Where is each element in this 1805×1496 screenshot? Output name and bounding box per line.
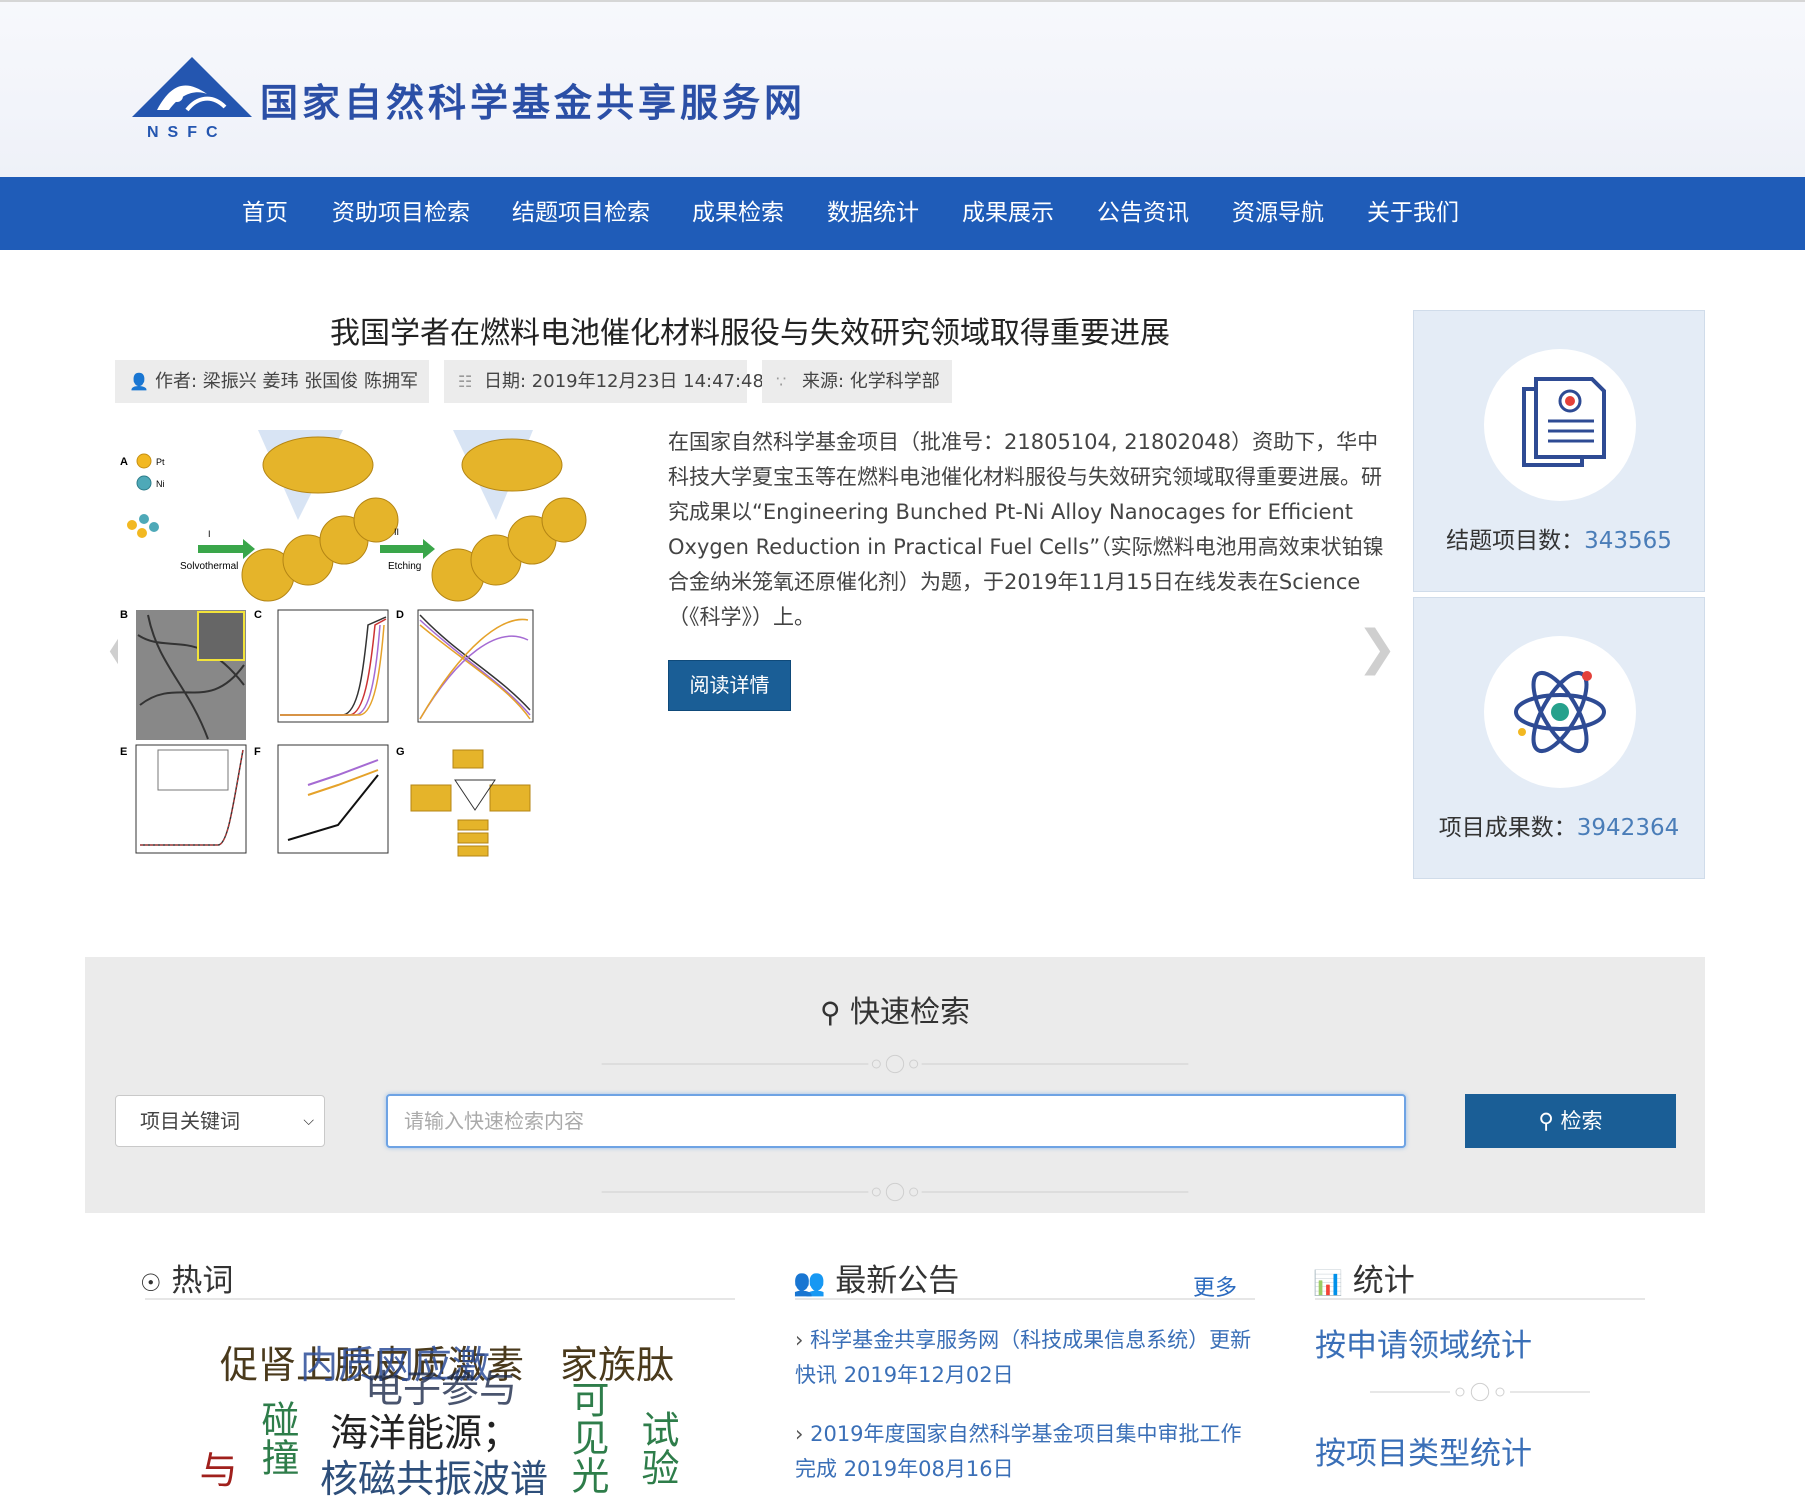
search-icon: ⚲ [819,996,841,1029]
statistics-title-text: 统计 [1352,1263,1415,1299]
notice-item[interactable]: › 2019年度国家自然科学基金项目集中审批工作完成 2019年08月16日 [795,1417,1255,1487]
bar-chart-icon: 📊 [1313,1269,1343,1297]
stat-label: 项目成果数： [1438,815,1577,841]
read-more-button[interactable]: 阅读详情 [668,660,791,711]
fig-label-c: C [254,609,262,621]
fig-etching: Etching [388,561,421,572]
hotword[interactable]: 核磁共振波谱 [320,1448,548,1496]
statistics-title: 📊 统计 [1313,1255,1415,1300]
nav-completed-project-search[interactable]: 结题项目检索 [512,177,650,250]
article-date: ☷ 日期: 2019年12月23日 14:47:48 [444,360,764,403]
chevron-right-icon: › [795,1422,804,1446]
article-abstract: 在国家自然科学基金项目（批准号：21805104, 21802048）资助下，华… [668,430,1384,629]
nav-about-us[interactable]: 关于我们 [1367,177,1459,250]
article-date-text: 日期: 2019年12月23日 14:47:48 [484,371,764,392]
statistics-divider [1315,1298,1645,1300]
nsfc-emblem-icon: NSFC [132,57,252,141]
fig-label-pt: Pt [156,457,165,467]
lightbulb-icon: ☉ [140,1269,162,1297]
fig-step-2: II [394,527,399,537]
quick-search-title: ⚲ 快速检索 [85,987,1705,1031]
document-certificate-icon [1522,377,1606,467]
site-header: NSFC 国家自然科学基金共享服务网 [0,2,1805,177]
fig-label-b: B [120,609,128,621]
hotword[interactable]: 试验 [630,1410,685,1486]
search-placeholder: 请输入快速检索内容 [404,1109,584,1133]
hotwords-divider [145,1298,735,1300]
hotwords-title-text: 热词 [171,1263,234,1299]
fig-label-d: D [396,609,404,621]
quick-search-panel: ⚲ 快速检索 项目关键词 ⌵ 请输入快速检索内容 ⚲ 检索 [85,957,1705,1213]
article-source: ∵ 来源: 化学科学部 [762,360,952,403]
stat-link-by-field[interactable]: 按申请领域统计 [1315,1320,1532,1365]
hotwords-cloud: 促肾上腺皮质激素 内质网应激 家族肽 电子参与 海洋能源； 核磁共振波谱 碰撞 … [180,1320,700,1496]
article-title[interactable]: 我国学者在燃料电池催化材料服役与失效研究领域取得重要进展 [330,308,1170,352]
stat-project-results-text: 项目成果数：3942364 [1414,808,1704,842]
notices-title-text: 最新公告 [835,1263,960,1299]
atom-icon [1514,670,1606,754]
nav-funded-project-search[interactable]: 资助项目检索 [332,177,470,250]
fig-label-e: E [120,746,127,758]
search-icon: ⚲ [1538,1109,1554,1133]
hotword[interactable]: 碰撞 [250,1400,305,1476]
article-author-text: 作者: 梁振兴 姜玮 张国俊 陈拥军 [155,371,418,392]
nav-announcements[interactable]: 公告资讯 [1097,177,1189,250]
stat-card-project-results[interactable]: 项目成果数：3942364 [1413,597,1705,879]
hotword[interactable]: 与 [188,1450,243,1488]
calendar-icon: ☷ [458,372,473,391]
ornament-divider [601,1054,1189,1074]
stat-icon-circle [1484,349,1636,501]
site-title: 国家自然科学基金共享服务网 [260,81,807,125]
stat-card-completed-projects[interactable]: 结题项目数：343565 [1413,310,1705,592]
ornament-divider [1370,1382,1590,1402]
stat-icon-circle [1484,636,1636,788]
nav-home[interactable]: 首页 [242,177,288,250]
hotwords-title: ☉ 热词 [140,1255,233,1300]
stat-completed-projects-text: 结题项目数：343565 [1414,521,1704,555]
stat-link-by-type[interactable]: 按项目类型统计 [1315,1428,1532,1473]
notice-date: 2019年08月16日 [843,1457,1014,1481]
users-icon: 👥 [793,1268,826,1298]
search-button-label: 检索 [1560,1109,1603,1133]
chevron-right-icon: › [795,1328,804,1352]
fig-label-f: F [254,746,261,758]
notice-item[interactable]: › 科学基金共享服务网（科技成果信息系统）更新快讯 2019年12月02日 [795,1323,1255,1393]
article-source-text: 来源: 化学科学部 [802,371,940,392]
quick-search-input[interactable]: 请输入快速检索内容 [386,1094,1406,1148]
user-icon: 👤 [129,372,149,391]
fig-step-1: I [208,529,211,539]
notice-date: 2019年12月02日 [843,1363,1014,1387]
nav-resource-navigation[interactable]: 资源导航 [1232,177,1324,250]
main-nav: 首页 资助项目检索 结题项目检索 成果检索 数据统计 成果展示 公告资讯 资源导… [0,177,1805,250]
article-figure[interactable]: A Pt Ni I Solvothermal II Etching B C D … [118,425,610,870]
stat-value: 3942364 [1576,815,1680,841]
quick-search-title-text: 快速检索 [850,995,971,1030]
fig-solvothermal: Solvothermal [180,561,238,572]
ornament-divider [601,1182,1189,1202]
site-logo[interactable]: NSFC 国家自然科学基金共享服务网 [127,52,802,147]
search-button[interactable]: ⚲ 检索 [1465,1094,1676,1148]
stat-label: 结题项目数： [1446,528,1585,554]
notices-title: 👥 最新公告 [793,1255,959,1300]
article-author: 👤 作者: 梁振兴 姜玮 张国俊 陈拥军 [115,360,429,403]
nav-data-statistics[interactable]: 数据统计 [827,177,919,250]
fig-label-a: A [120,456,128,468]
nav-results-showcase[interactable]: 成果展示 [962,177,1054,250]
notices-divider [795,1298,1255,1300]
nav-results-search[interactable]: 成果检索 [692,177,784,250]
hotword[interactable]: 可见光 [560,1380,615,1494]
stat-value: 343565 [1584,528,1672,554]
logo-abbr: NSFC [147,124,227,141]
chevron-down-icon: ⌵ [303,1113,314,1129]
fig-label-g: G [396,746,405,758]
fig-label-ni: Ni [156,479,165,489]
search-type-select[interactable]: 项目关键词 ⌵ [115,1095,325,1147]
research-figure-image: A Pt Ni I Solvothermal II Etching B C D … [118,425,610,870]
rss-icon: ∵ [776,372,787,391]
search-type-value: 项目关键词 [140,1109,240,1133]
